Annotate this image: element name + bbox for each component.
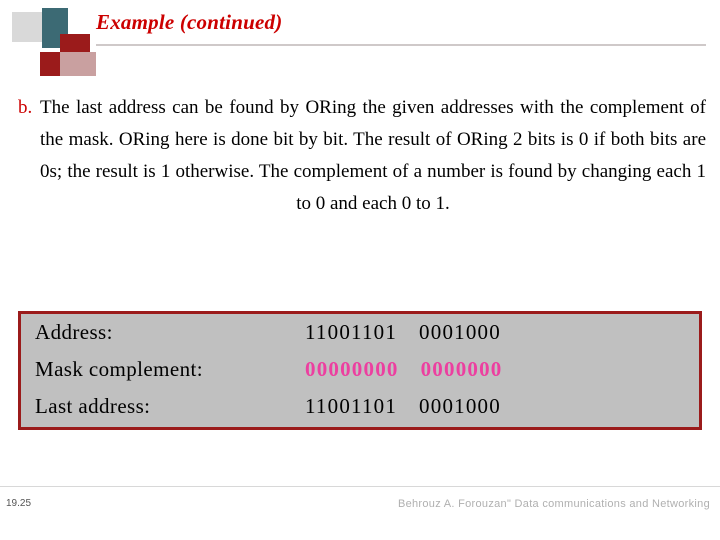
- footer-divider: [0, 486, 720, 487]
- deco-pink-square: [60, 52, 96, 76]
- table-row: Address: 11001101 0001000: [21, 314, 699, 351]
- row-label: Address:: [35, 320, 113, 344]
- bit-group: 0001000: [419, 394, 501, 418]
- table-row: Mask complement: 00000000 0000000: [21, 351, 699, 388]
- row-label: Last address:: [35, 394, 151, 418]
- title-divider: [96, 44, 706, 46]
- bit-group: 11001101: [305, 394, 398, 418]
- footer-credit: Behrouz A. Forouzan" Data communications…: [397, 498, 710, 510]
- row-bits: 11001101 0001000: [305, 394, 699, 419]
- row-label: Mask complement:: [35, 357, 203, 381]
- paragraph-text: The last address can be found by ORing t…: [40, 97, 706, 214]
- bit-group: 11001101: [305, 320, 398, 344]
- bit-group: 0000000: [420, 357, 503, 381]
- content-block: b. The last address can be found by ORin…: [18, 92, 708, 220]
- deco-red-square: [40, 52, 60, 76]
- paragraph-b: b. The last address can be found by ORin…: [18, 92, 708, 220]
- page-title: Example (continued): [96, 10, 283, 34]
- slide-number: 19.25: [6, 498, 32, 509]
- row-bits: 00000000 0000000: [305, 357, 699, 382]
- deco-gray-square: [12, 12, 42, 42]
- table-row: Last address: 11001101 0001000: [21, 388, 699, 425]
- address-table-figure: Address: 11001101 0001000 Mask complemen…: [18, 311, 702, 430]
- bit-group: 0001000: [419, 320, 501, 344]
- deco-red-bar: [60, 34, 90, 52]
- row-bits: 11001101 0001000: [305, 320, 699, 345]
- bullet-label: b.: [18, 97, 33, 118]
- bit-group: 00000000: [305, 357, 399, 381]
